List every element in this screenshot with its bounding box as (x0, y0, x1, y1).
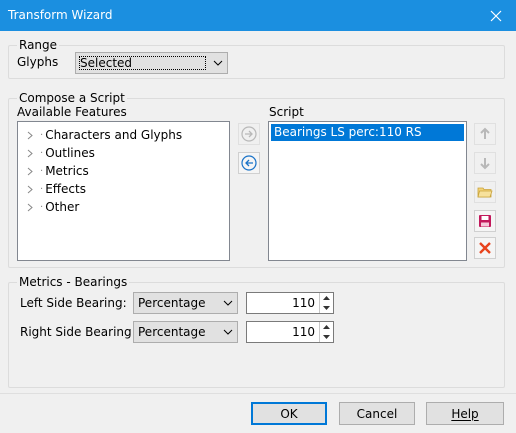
dialog-body: Range Glyphs Selected Compose a Script A… (0, 31, 516, 433)
arrow-up-icon (480, 127, 490, 139)
cancel-button[interactable]: Cancel (339, 402, 415, 425)
script-label: Script (269, 105, 304, 119)
glyphs-label: Glyphs (17, 55, 59, 69)
remove-from-script-button[interactable] (238, 152, 260, 174)
left-side-bearing-label: Left Side Bearing: (20, 296, 127, 310)
left-bearing-mode-select[interactable]: Percentage (133, 292, 238, 314)
chevron-down-icon (219, 293, 237, 313)
spin-up-icon[interactable] (320, 293, 333, 303)
left-bearing-value: 110 (292, 296, 315, 310)
move-up-button[interactable] (474, 123, 496, 145)
arrow-right-circle-icon (241, 126, 257, 142)
script-item[interactable]: Bearings LS perc:110 RS perc:110 (271, 124, 464, 156)
ok-button[interactable]: OK (251, 402, 327, 425)
delete-x-icon (479, 242, 491, 254)
range-legend: Range (17, 38, 60, 52)
right-bearing-mode-select[interactable]: Percentage (133, 321, 238, 343)
tree-item-label: Other (45, 200, 80, 214)
available-features-tree[interactable]: · Characters and Glyphs · Outlines · Met… (17, 121, 230, 261)
chevron-right-icon[interactable] (26, 167, 38, 176)
tree-item-characters-glyphs[interactable]: · Characters and Glyphs (26, 128, 182, 142)
window-title: Transform Wizard (8, 8, 113, 22)
tree-item-other[interactable]: · Other (26, 200, 79, 214)
chevron-right-icon[interactable] (26, 131, 38, 140)
help-button[interactable]: Help (426, 402, 504, 425)
right-bearing-mode-value: Percentage (138, 325, 206, 339)
save-icon (479, 215, 491, 227)
open-script-button[interactable] (474, 181, 496, 203)
spin-down-icon[interactable] (320, 303, 333, 313)
chevron-down-icon (219, 322, 237, 342)
chevron-right-icon[interactable] (26, 203, 38, 212)
tree-item-outlines[interactable]: · Outlines (26, 146, 95, 160)
tree-item-effects[interactable]: · Effects (26, 182, 86, 196)
folder-open-icon (477, 187, 493, 198)
chevron-down-icon (209, 53, 227, 73)
script-list[interactable]: Bearings LS perc:110 RS perc:110 (268, 121, 467, 261)
compose-legend: Compose a Script (17, 91, 127, 105)
title-bar: Transform Wizard (0, 0, 516, 31)
left-bearing-value-input[interactable]: 110 (246, 292, 334, 314)
delete-script-item-button[interactable] (474, 237, 496, 259)
arrow-left-circle-icon (241, 155, 257, 171)
chevron-right-icon[interactable] (26, 149, 38, 158)
tree-item-label: Effects (45, 182, 86, 196)
glyphs-select[interactable]: Selected (75, 52, 228, 74)
right-side-bearing-label: Right Side Bearing: (20, 325, 136, 339)
close-button[interactable] (476, 0, 516, 31)
left-bearing-mode-value: Percentage (138, 296, 206, 310)
tree-item-metrics[interactable]: · Metrics (26, 164, 89, 178)
right-bearing-spinner[interactable] (319, 322, 333, 342)
chevron-right-icon[interactable] (26, 185, 38, 194)
spin-down-icon[interactable] (320, 332, 333, 342)
close-icon (490, 10, 502, 21)
move-down-button[interactable] (474, 152, 496, 174)
tree-item-label: Metrics (45, 164, 89, 178)
save-script-button[interactable] (474, 210, 496, 232)
available-features-label: Available Features (17, 105, 127, 119)
left-bearing-spinner[interactable] (319, 293, 333, 313)
help-button-label: Help (451, 406, 479, 421)
right-bearing-value-input[interactable]: 110 (246, 321, 334, 343)
tree-item-label: Characters and Glyphs (45, 128, 183, 142)
spin-up-icon[interactable] (320, 322, 333, 332)
tree-item-label: Outlines (45, 146, 95, 160)
glyphs-select-value: Selected (78, 55, 207, 71)
bearings-legend: Metrics - Bearings (17, 275, 130, 289)
add-to-script-button[interactable] (238, 123, 260, 145)
dialog-footer: OK Cancel Help (0, 393, 516, 433)
arrow-down-icon (480, 158, 490, 170)
right-bearing-value: 110 (292, 325, 315, 339)
